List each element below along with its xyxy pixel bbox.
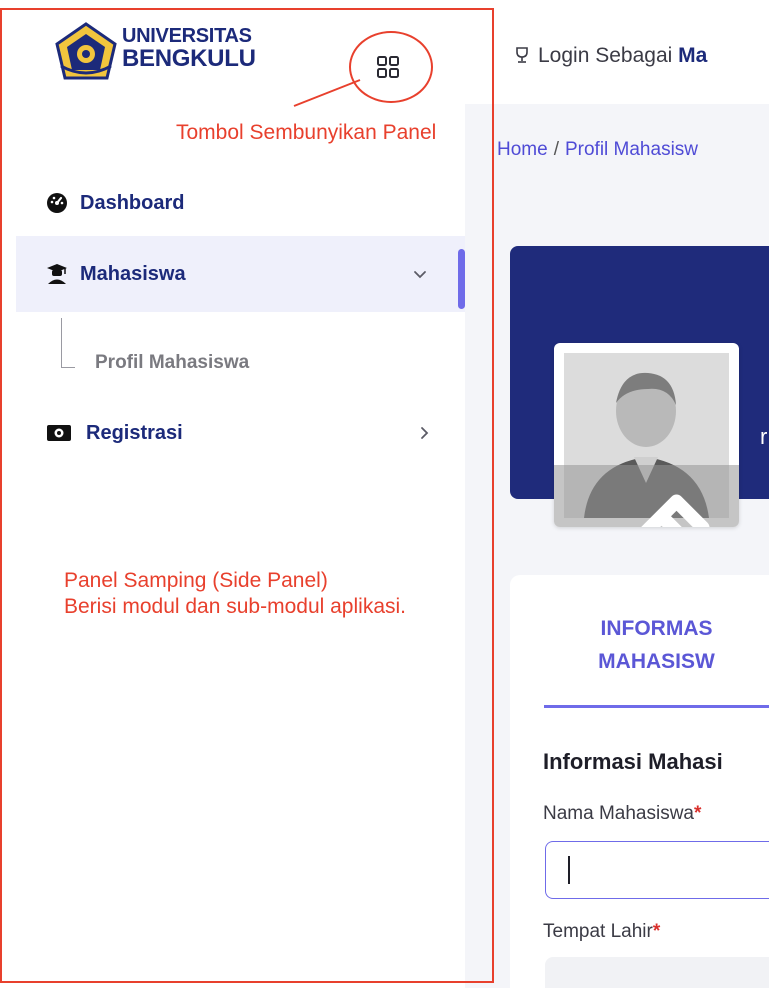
tab-student-info[interactable]: INFORMAS MAHASISW: [544, 613, 769, 678]
required-mark: *: [652, 921, 661, 942]
nama-mahasiswa-input[interactable]: [545, 841, 769, 899]
active-indicator: [458, 249, 465, 309]
breadcrumb: Home / Profil Mahasisw: [497, 139, 698, 161]
side-panel-annotation-text: Panel Samping (Side Panel) Berisi modul …: [64, 568, 406, 621]
sidebar-item-dashboard[interactable]: Dashboard: [16, 170, 465, 236]
chevron-right-icon: [421, 427, 429, 439]
submenu-connector: [61, 318, 75, 368]
dashboard-icon: [46, 192, 68, 214]
required-mark: *: [694, 803, 702, 824]
sidebar-item-label: Mahasiswa: [80, 262, 186, 285]
sidebar-menu: Dashboard Mahasiswa: [16, 170, 465, 312]
tab-underline: [544, 705, 769, 708]
hide-panel-button[interactable]: [375, 54, 401, 80]
student-info-card: INFORMAS MAHASISW Informasi Mahasi Nama …: [510, 575, 769, 988]
tempat-lahir-label: Tempat Lahir*: [543, 921, 660, 943]
section-title: Informasi Mahasi: [543, 749, 723, 774]
graduate-icon: [46, 263, 68, 285]
field-label-text: Tempat Lahir: [543, 921, 653, 942]
submenu-mahasiswa: Profil Mahasiswa: [16, 318, 465, 403]
login-role: Ma: [678, 44, 708, 67]
logo-line-2: BENGKULU: [122, 45, 256, 72]
sidebar-item-registrasi[interactable]: Registrasi: [16, 400, 465, 466]
tempat-lahir-input[interactable]: [545, 957, 769, 988]
trophy-icon: [516, 47, 528, 63]
nama-mahasiswa-label: Nama Mahasiswa*: [543, 803, 701, 825]
edit-photo-button[interactable]: [554, 465, 739, 527]
breadcrumb-separator: /: [553, 139, 559, 160]
profile-banner-text: r: [760, 424, 768, 449]
login-role-indicator: Login Sebagai Ma: [514, 44, 707, 68]
logo-text: UNIVERSITAS BENGKULU: [122, 26, 256, 71]
logo-line-1: UNIVERSITAS: [122, 25, 252, 47]
sidebar-subitem-profil-mahasiswa[interactable]: Profil Mahasiswa: [95, 352, 249, 374]
logo-row: UNIVERSITAS BENGKULU: [0, 0, 465, 104]
grid-icon: [377, 56, 399, 78]
side-panel: UNIVERSITAS BENGKULU Dashboard Mahasiswa…: [0, 0, 465, 988]
field-label-text: Nama Mahasiswa: [543, 803, 694, 824]
sidebar-item-label: Registrasi: [86, 421, 183, 444]
breadcrumb-home[interactable]: Home: [497, 139, 548, 160]
tab-label-line-2: MAHASISW: [598, 649, 715, 673]
login-prefix: Login Sebagai: [538, 44, 673, 67]
money-icon: [46, 422, 72, 444]
text-caret: [568, 856, 570, 884]
chevron-down-icon: [414, 271, 426, 279]
sidebar-item-label: Dashboard: [80, 191, 185, 214]
tab-label-line-1: INFORMAS: [600, 617, 713, 640]
pencil-icon: [641, 494, 710, 527]
side-panel-annotation-line-2: Berisi modul dan sub-modul aplikasi.: [64, 595, 406, 619]
avatar: [554, 343, 739, 527]
page: UNIVERSITAS BENGKULU Dashboard Mahasiswa…: [0, 0, 769, 988]
side-panel-annotation-line-1: Panel Samping (Side Panel): [64, 569, 328, 592]
university-emblem-icon: [55, 22, 117, 80]
toggle-annotation-text: Tombol Sembunyikan Panel: [176, 121, 437, 144]
sidebar-item-mahasiswa[interactable]: Mahasiswa: [16, 236, 465, 312]
breadcrumb-current[interactable]: Profil Mahasisw: [565, 139, 698, 160]
